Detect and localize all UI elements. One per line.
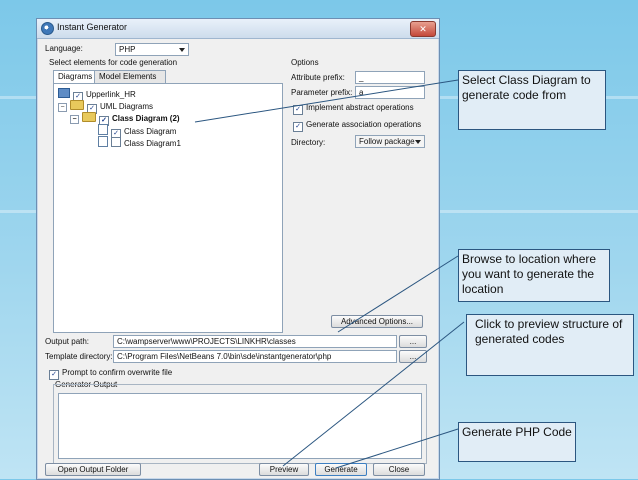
open-output-folder-button[interactable]: Open Output Folder [45,463,141,476]
output-path-label: Output path: [45,337,90,346]
diagram-icon [98,136,108,147]
output-path-browse-button[interactable]: ... [399,335,427,348]
tree-item-label: Class Diagram1 [124,139,181,148]
prompt-overwrite-label: Prompt to confirm overwrite file [62,368,173,377]
generate-association-option[interactable]: ✓ Generate association operations [293,119,422,132]
template-directory-input[interactable]: C:\Program Files\NetBeans 7.0\bin\sde\in… [113,350,397,363]
app-icon [41,22,54,35]
implement-abstract-label: Implement abstract operations [306,103,414,112]
output-path-input[interactable]: C:\wampserver\www\PROJECTS\LINKHR\classe… [113,335,397,348]
template-directory-browse-button[interactable]: ... [399,350,427,363]
collapse-icon[interactable]: − [70,115,79,124]
generator-output-group [53,384,427,464]
directory-label: Directory: [291,138,326,147]
tree-item-uml-diagrams[interactable]: − ✓ UML Diagrams [58,100,154,114]
tree-item-upperlink-hr[interactable]: ✓ Upperlink_HR [58,88,136,102]
generate-button[interactable]: Generate [315,463,367,476]
callout-select-class: Select Class Diagram to generate code fr… [458,70,606,130]
prompt-overwrite-checkbox[interactable]: ✓ [49,370,59,380]
tree-item-label: Class Diagram (2) [112,114,180,123]
generate-association-checkbox[interactable]: ✓ [293,122,303,132]
language-label: Language: [45,44,83,53]
title-bar: Instant Generator ✕ [37,19,439,39]
implement-abstract-checkbox[interactable]: ✓ [293,105,303,115]
diagram-icon [98,124,108,135]
window-close-button[interactable]: ✕ [410,21,436,37]
parameter-prefix-input[interactable]: a [355,86,425,99]
chevron-down-icon [415,140,421,144]
tree-item-class-diagram-folder[interactable]: − ✓ Class Diagram (2) [70,112,180,126]
advanced-options-button[interactable]: Advanced Options... [331,315,423,328]
tree-item-class-diagram[interactable]: ✓ Class Diagram [98,124,177,139]
callout-browse-location: Browse to location where you want to gen… [458,249,610,302]
checkbox-class-diagram1[interactable] [111,137,121,147]
template-directory-label: Template directory: [45,352,113,361]
language-select[interactable]: PHP [115,43,189,56]
tree-item-label: Class Diagram [124,127,177,136]
language-value: PHP [119,45,136,54]
directory-select[interactable]: Follow package [355,135,425,148]
tree-item-class-diagram1[interactable]: Class Diagram1 [98,136,181,148]
generator-output-area[interactable] [58,393,422,459]
options-label: Options [291,58,319,67]
prompt-overwrite-option[interactable]: ✓ Prompt to confirm overwrite file [49,367,173,380]
directory-value: Follow package [359,137,415,146]
instant-generator-window: Instant Generator ✕ Language: PHP Select… [36,18,440,480]
preview-button[interactable]: Preview [259,463,309,476]
attribute-prefix-input[interactable]: _ [355,71,425,84]
folder-icon [70,100,84,110]
callout-preview: Click to preview structure of generated … [466,314,634,376]
project-icon [58,88,70,98]
folder-icon [82,112,96,122]
parameter-prefix-label: Parameter prefix: [291,88,353,97]
callout-generate: Generate PHP Code [458,422,576,462]
tree-item-label: Upperlink_HR [86,90,136,99]
tab-model-elements[interactable]: Model Elements [94,70,166,83]
collapse-icon[interactable]: − [58,103,67,112]
chevron-down-icon [179,48,185,52]
select-elements-label: Select elements for code generation [49,58,178,67]
close-button[interactable]: Close [373,463,425,476]
attribute-prefix-label: Attribute prefix: [291,73,345,82]
window-title: Instant Generator [57,22,128,32]
tree-item-label: UML Diagrams [100,102,154,111]
implement-abstract-option[interactable]: ✓ Implement abstract operations [293,102,414,115]
generate-association-label: Generate association operations [306,120,422,129]
diagram-tree: ✓ Upperlink_HR − ✓ UML Diagrams − ✓ Class Dia… [53,83,283,333]
